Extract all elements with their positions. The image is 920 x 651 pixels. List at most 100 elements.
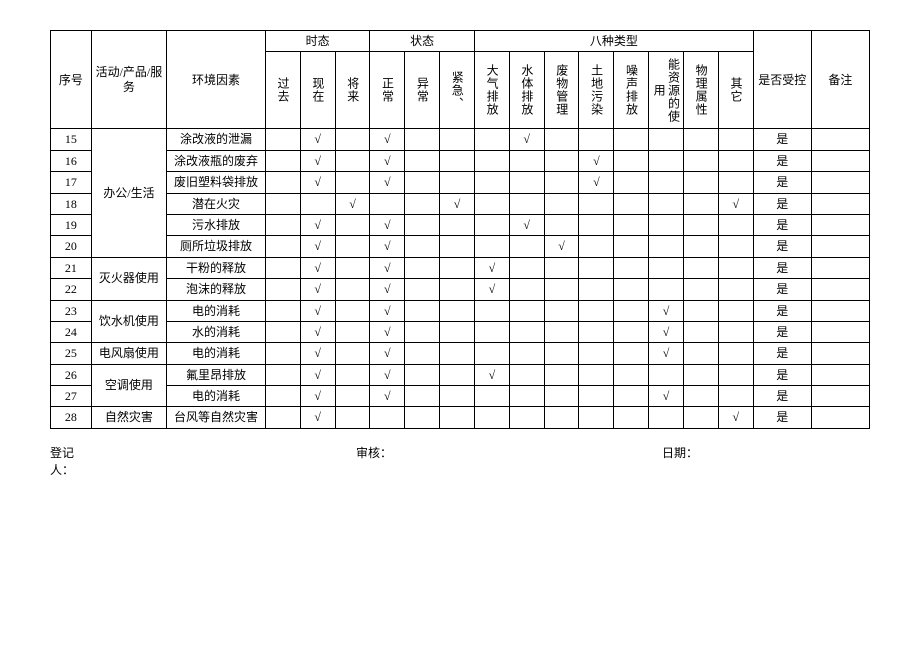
cell-mark-normal <box>370 407 405 428</box>
cell-mark-present: √ <box>300 364 335 385</box>
cell-mark-normal: √ <box>370 343 405 364</box>
cell-mark-noise <box>614 279 649 300</box>
cell-mark-normal: √ <box>370 386 405 407</box>
th-abnormal: 异常 <box>405 52 440 129</box>
table-row: 20厕所垃圾排放√√√是 <box>51 236 870 257</box>
cell-mark-energy <box>649 172 684 193</box>
cell-mark-noise <box>614 364 649 385</box>
cell-mark-future <box>335 386 370 407</box>
th-water: 水体排放 <box>509 52 544 129</box>
cell-mark-physical <box>684 172 719 193</box>
cell-mark-past <box>265 364 300 385</box>
cell-seq: 28 <box>51 407 92 428</box>
cell-mark-land <box>579 321 614 342</box>
cell-mark-waste <box>544 364 579 385</box>
cell-mark-emergency <box>440 150 475 171</box>
cell-mark-normal: √ <box>370 321 405 342</box>
cell-mark-waste <box>544 150 579 171</box>
cell-mark-past <box>265 150 300 171</box>
cell-mark-land <box>579 257 614 278</box>
cell-mark-past <box>265 257 300 278</box>
cell-mark-air <box>474 236 509 257</box>
cell-mark-land <box>579 407 614 428</box>
cell-mark-energy: √ <box>649 343 684 364</box>
cell-mark-abnormal <box>405 172 440 193</box>
cell-mark-water <box>509 257 544 278</box>
cell-seq: 17 <box>51 172 92 193</box>
cell-mark-water: √ <box>509 129 544 150</box>
cell-mark-past <box>265 236 300 257</box>
cell-mark-past <box>265 321 300 342</box>
cell-mark-abnormal <box>405 386 440 407</box>
table-row: 19污水排放√√√是 <box>51 214 870 235</box>
cell-mark-land <box>579 386 614 407</box>
th-air: 大气排放 <box>474 52 509 129</box>
cell-seq: 18 <box>51 193 92 214</box>
table-row: 28自然灾害台风等自然灾害√√是 <box>51 407 870 428</box>
cell-mark-future <box>335 364 370 385</box>
cell-activity: 空调使用 <box>91 364 167 407</box>
table-row: 23饮水机使用电的消耗√√√是 <box>51 300 870 321</box>
cell-mark-waste <box>544 386 579 407</box>
cell-env-factor: 电的消耗 <box>167 300 266 321</box>
cell-mark-abnormal <box>405 343 440 364</box>
cell-mark-other <box>718 300 753 321</box>
cell-env-factor: 干粉的释放 <box>167 257 266 278</box>
cell-mark-abnormal <box>405 129 440 150</box>
cell-seq: 25 <box>51 343 92 364</box>
table-row: 16涂改液瓶的废弃√√√是 <box>51 150 870 171</box>
cell-controlled: 是 <box>753 407 811 428</box>
cell-mark-present: √ <box>300 407 335 428</box>
cell-mark-future <box>335 279 370 300</box>
cell-mark-energy <box>649 257 684 278</box>
cell-mark-noise <box>614 343 649 364</box>
cell-controlled: 是 <box>753 343 811 364</box>
cell-mark-emergency <box>440 343 475 364</box>
th-normal: 正常 <box>370 52 405 129</box>
cell-controlled: 是 <box>753 129 811 150</box>
cell-mark-air <box>474 172 509 193</box>
cell-controlled: 是 <box>753 236 811 257</box>
cell-seq: 19 <box>51 214 92 235</box>
cell-mark-normal: √ <box>370 150 405 171</box>
cell-seq: 20 <box>51 236 92 257</box>
cell-mark-water <box>509 300 544 321</box>
cell-mark-land <box>579 364 614 385</box>
cell-mark-noise <box>614 386 649 407</box>
cell-mark-noise <box>614 300 649 321</box>
cell-mark-past <box>265 279 300 300</box>
cell-mark-noise <box>614 321 649 342</box>
th-emergency: 紧急、 <box>440 52 475 129</box>
cell-mark-energy <box>649 279 684 300</box>
cell-mark-waste <box>544 300 579 321</box>
cell-env-factor: 厕所垃圾排放 <box>167 236 266 257</box>
cell-remark <box>811 150 869 171</box>
cell-mark-physical <box>684 257 719 278</box>
th-energy: 能资源的使用 <box>649 52 684 129</box>
cell-mark-abnormal <box>405 150 440 171</box>
cell-mark-physical <box>684 193 719 214</box>
cell-mark-water <box>509 321 544 342</box>
cell-mark-physical <box>684 129 719 150</box>
cell-mark-future <box>335 150 370 171</box>
cell-mark-emergency: √ <box>440 193 475 214</box>
cell-activity: 灭火器使用 <box>91 257 167 300</box>
table-row: 18潜在火灾√√√是 <box>51 193 870 214</box>
cell-controlled: 是 <box>753 386 811 407</box>
cell-mark-abnormal <box>405 300 440 321</box>
cell-mark-normal: √ <box>370 129 405 150</box>
cell-remark <box>811 172 869 193</box>
cell-mark-future <box>335 300 370 321</box>
cell-remark <box>811 386 869 407</box>
cell-env-factor: 废旧塑料袋排放 <box>167 172 266 193</box>
th-future: 将来 <box>335 52 370 129</box>
cell-mark-physical <box>684 214 719 235</box>
cell-controlled: 是 <box>753 300 811 321</box>
cell-mark-waste <box>544 214 579 235</box>
cell-mark-emergency <box>440 236 475 257</box>
cell-controlled: 是 <box>753 364 811 385</box>
cell-mark-air: √ <box>474 364 509 385</box>
footer-auditor: 审核： <box>356 444 392 478</box>
cell-mark-land <box>579 193 614 214</box>
cell-mark-water: √ <box>509 214 544 235</box>
